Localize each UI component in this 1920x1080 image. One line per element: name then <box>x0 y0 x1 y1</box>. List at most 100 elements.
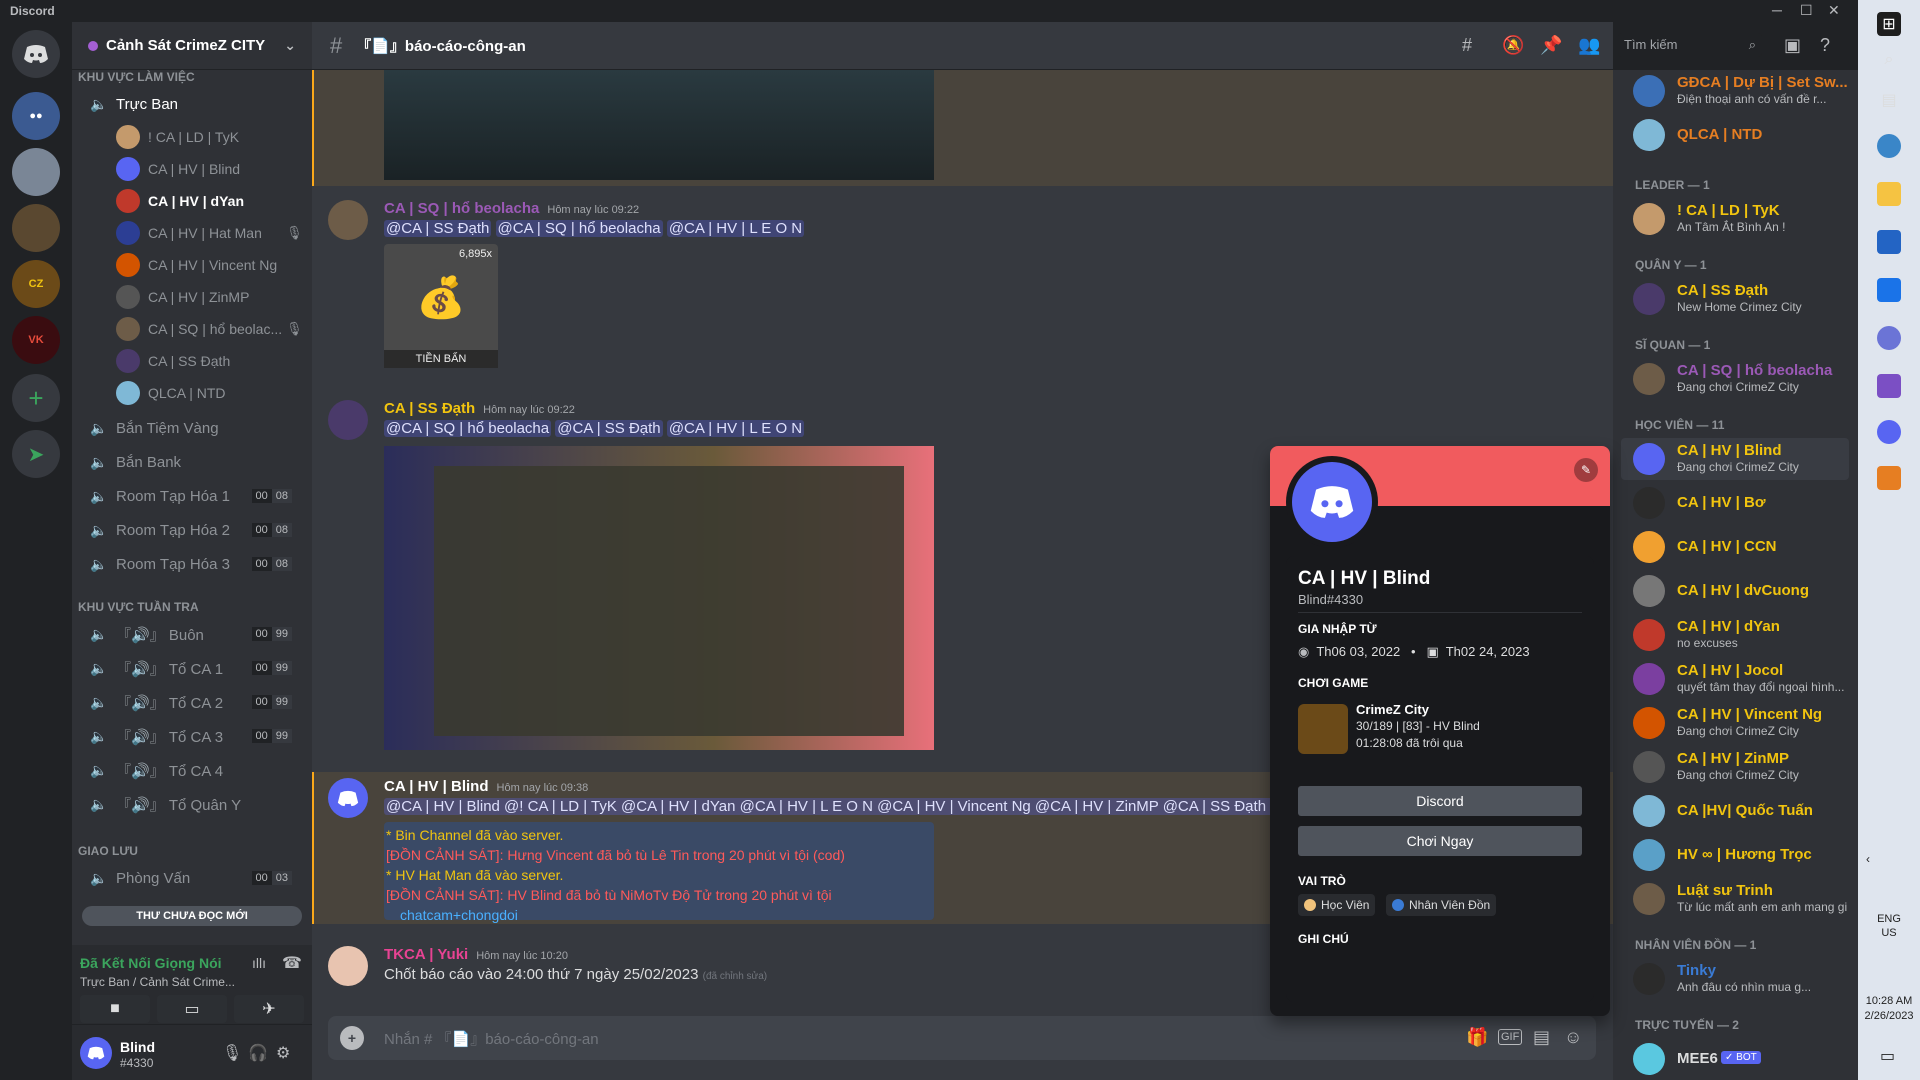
pin-icon[interactable]: 📌 <box>1540 35 1562 56</box>
edge-icon[interactable] <box>1877 134 1901 158</box>
home-button[interactable] <box>12 30 60 78</box>
store-icon[interactable] <box>1877 230 1901 254</box>
message-author[interactable]: CA | SQ | hổ beolacha Hôm nay lúc 09:22 <box>384 200 639 217</box>
voice-channel[interactable]: 🔈 『🔊』 Tổ CA 1 00 99 <box>80 652 304 684</box>
search-icon[interactable]: ⌕ <box>1877 48 1901 72</box>
server-icon[interactable]: ●● <box>12 92 60 140</box>
member-item[interactable]: CA |HV| Quốc Tuấn <box>1621 790 1849 832</box>
avatar[interactable] <box>80 1037 112 1069</box>
voice-channel[interactable]: 🔈 Room Tạp Hóa 2 00 08 <box>80 514 304 546</box>
screenshot-attachment[interactable] <box>384 446 934 750</box>
screen-share-button[interactable]: ▭ <box>157 995 227 1023</box>
voice-user[interactable]: CA | HV | dYan <box>116 186 244 216</box>
server-icon[interactable]: VK <box>12 316 60 364</box>
avatar[interactable] <box>328 400 368 440</box>
threads-icon[interactable]: # <box>1462 35 1472 56</box>
discord-button[interactable]: Discord <box>1298 786 1582 816</box>
add-server-icon[interactable]: + <box>12 374 60 422</box>
voice-user[interactable]: QLCA | NTD <box>116 378 226 408</box>
maximize-icon[interactable]: ☐ <box>1800 2 1813 19</box>
visual-studio-icon[interactable] <box>1877 374 1901 398</box>
game-taskbar-icon[interactable] <box>1877 466 1901 490</box>
voice-channel[interactable]: 🔈 Bắn Tiệm Vàng <box>80 412 304 444</box>
message-author[interactable]: TKCA | Yuki Hôm nay lúc 10:20 <box>384 946 568 963</box>
server-icon[interactable] <box>12 148 60 196</box>
disconnect-icon[interactable]: ☎ <box>282 953 302 973</box>
discord-taskbar-icon[interactable] <box>1877 420 1901 444</box>
member-item[interactable]: QLCA | NTD <box>1621 114 1849 156</box>
voice-status[interactable]: Đã Kết Nối Giọng Nói <box>80 955 222 971</box>
emoji-icon[interactable]: ☺ <box>1564 1027 1582 1048</box>
member-item[interactable]: CA | SQ | hổ beolacha Đang chơi CrimeZ Ci… <box>1621 358 1849 400</box>
notification-bell-icon[interactable]: 🔕 <box>1502 35 1524 56</box>
sticker-icon[interactable]: ▤ <box>1533 1027 1550 1048</box>
new-unreads-button[interactable]: THƯ CHƯA ĐỌC MỚI <box>82 906 302 926</box>
mail-icon[interactable] <box>1877 278 1901 302</box>
noise-suppression-icon[interactable]: ıllı <box>252 955 266 971</box>
voice-channel[interactable]: 🔈 『🔊』 Tổ CA 2 00 99 <box>80 686 304 718</box>
member-item[interactable]: CA | HV | CCN <box>1621 526 1849 568</box>
member-item[interactable]: Tinky Anh đâu có nhìn mua g... <box>1621 958 1849 1000</box>
category-label[interactable]: KHU VỰC TUẦN TRA <box>78 600 199 614</box>
message-author[interactable]: CA | SS Đạth Hôm nay lúc 09:22 <box>384 400 575 417</box>
gif-icon[interactable]: GIF <box>1498 1029 1523 1045</box>
voice-channel[interactable]: 🔈 『🔊』 Buôn 00 99 <box>80 618 304 650</box>
voice-user[interactable]: CA | SS Đạth <box>116 346 230 376</box>
member-item[interactable]: ! CA | LD | TyK An Tâm Ắt Bình An ! <box>1621 198 1849 240</box>
video-button[interactable]: ■ <box>80 995 150 1023</box>
activity-button[interactable]: ✈ <box>234 995 304 1023</box>
edit-profile-icon[interactable]: ✎ <box>1574 458 1598 482</box>
member-item[interactable]: CA | HV | Blind Đang chơi CrimeZ City <box>1621 438 1849 480</box>
add-attachment-icon[interactable]: + <box>340 1026 364 1050</box>
voice-user[interactable]: CA | SQ | hổ beolac... 🎙 <box>116 314 303 344</box>
avatar[interactable] <box>328 200 368 240</box>
message-composer[interactable]: + Nhắn # 『📄』báo-cáo-công-an 🎁 GIF ▤ ☺ <box>328 1016 1596 1060</box>
voice-user[interactable]: ! CA | LD | TyK <box>116 122 239 152</box>
category-label[interactable]: KHU VỰC LÀM VIỆC <box>78 70 195 84</box>
avatar[interactable] <box>328 946 368 986</box>
member-item[interactable]: CA | HV | Bơ <box>1621 482 1849 524</box>
member-list-icon[interactable]: 👥 <box>1578 35 1600 56</box>
headphones-icon[interactable]: 🎧 <box>248 1043 268 1063</box>
explore-servers-icon[interactable]: ➤ <box>12 430 60 478</box>
member-item[interactable]: CA | HV | Jocol quyết tâm thay đổi ngoại … <box>1621 658 1849 700</box>
voice-user[interactable]: CA | HV | Blind <box>116 154 240 184</box>
server-icon-active[interactable] <box>12 204 60 252</box>
member-item[interactable]: CA | HV | Vincent Ng Đang chơi CrimeZ Cit… <box>1621 702 1849 744</box>
close-icon[interactable]: ✕ <box>1828 2 1840 19</box>
chevron-up-icon[interactable]: ‹ <box>1866 852 1870 866</box>
member-item[interactable]: Luật sư Trinh Từ lúc mất anh em anh mang … <box>1621 878 1849 920</box>
voice-channel-truc-ban[interactable]: 🔈 Trực Ban <box>80 88 304 120</box>
game-screenshot[interactable] <box>384 70 934 180</box>
microphone-icon[interactable]: 🎙 <box>222 1043 242 1063</box>
member-item[interactable]: GĐCA | Dự Bị | Set Sw... Điện thoại anh c… <box>1621 70 1849 112</box>
gift-icon[interactable]: 🎁 <box>1466 1027 1488 1048</box>
voice-channel[interactable]: 🔈 『🔊』 Tổ CA 3 00 99 <box>80 720 304 752</box>
server-header[interactable]: Cảnh Sát CrimeZ CITY ⌄ <box>72 22 312 70</box>
role-pill[interactable]: Học Viên <box>1298 894 1376 916</box>
start-icon[interactable]: ⊞ <box>1877 12 1901 36</box>
play-now-button[interactable]: Chơi Ngay <box>1298 826 1582 856</box>
avatar[interactable] <box>328 778 368 818</box>
voice-user[interactable]: CA | HV | Vincent Ng <box>116 250 277 280</box>
member-item[interactable]: CA | HV | dvCuong <box>1621 570 1849 612</box>
voice-user[interactable]: CA | HV | ZinMP <box>116 282 249 312</box>
voice-channel[interactable]: 🔈 『🔊』 Tổ CA 4 <box>80 754 304 786</box>
search-input[interactable]: Tìm kiếm ⌕ <box>1618 33 1762 57</box>
item-card[interactable]: 6,895x 💰 TIỀN BẨN <box>384 244 498 368</box>
server-icon[interactable]: CZ <box>12 260 60 308</box>
voice-channel[interactable]: 🔈 Phòng Vấn 00 03 <box>80 862 304 894</box>
minimize-icon[interactable]: ─ <box>1772 2 1782 18</box>
member-item[interactable]: CA | SS Đạth New Home Crimez City <box>1621 278 1849 320</box>
notifications-icon[interactable]: ▭ <box>1880 1046 1895 1066</box>
language-indicator[interactable]: ENG US <box>1866 912 1912 940</box>
message-author[interactable]: CA | HV | Blind Hôm nay lúc 09:38 <box>384 778 588 795</box>
task-view-icon[interactable]: ▤ <box>1877 88 1901 112</box>
note-input[interactable] <box>1298 952 1582 992</box>
chat-log-image[interactable]: * Bin Channel đã vào server. [ĐỒN CẢNH S… <box>384 822 934 923</box>
voice-channel[interactable]: 🔈 Bắn Bank <box>80 446 304 478</box>
voice-channel[interactable]: 🔈 Room Tạp Hóa 3 00 08 <box>80 548 304 580</box>
file-explorer-icon[interactable] <box>1877 182 1901 206</box>
member-item[interactable]: MEE6 ✓ BOT <box>1621 1038 1849 1080</box>
chevron-down-icon[interactable]: ⌄ <box>284 37 296 54</box>
